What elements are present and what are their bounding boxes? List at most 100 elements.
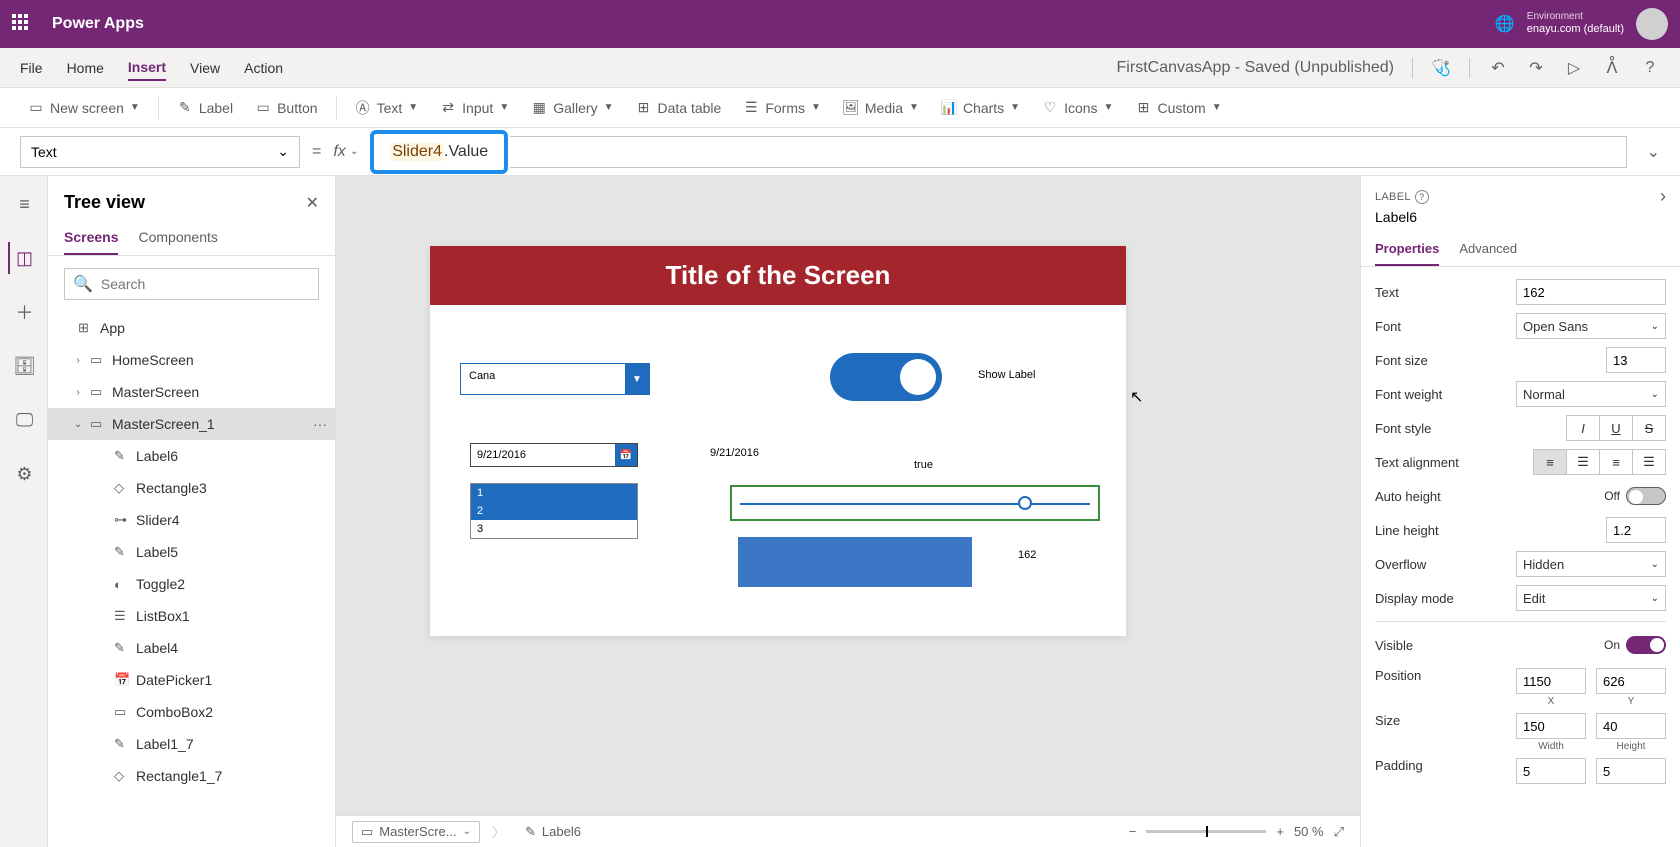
insert-media-menu[interactable]: 🖼Media▼ [835,96,927,120]
close-icon[interactable]: ✕ [306,193,319,213]
insert-input-menu[interactable]: ⇄Input▼ [432,96,517,120]
datepicker-control[interactable]: 9/21/2016 📅 [470,443,638,467]
align-center-button[interactable]: ☰ [1566,449,1600,475]
prop-x-input[interactable] [1516,668,1586,694]
zoom-slider[interactable] [1146,830,1266,833]
tree-row[interactable]: ✎Label1_7 [48,728,335,760]
rail-insert[interactable]: ＋ [8,296,40,328]
tree-row[interactable]: ▭ComboBox2 [48,696,335,728]
environment-picker[interactable]: Environment enayu.com (default) [1527,11,1624,36]
prop-fontweight-select[interactable]: Normal⌄ [1516,381,1666,407]
tree-row[interactable]: ◐Toggle2 [48,568,335,600]
prop-pad-right-input[interactable] [1596,758,1666,784]
undo-icon[interactable]: ↶ [1488,58,1508,78]
tree-row[interactable]: ☰ListBox1 [48,600,335,632]
menu-file[interactable]: File [20,56,43,80]
waffle-icon[interactable] [12,14,32,34]
rectangle-control[interactable] [738,537,972,587]
fit-icon[interactable]: ⤢ [1334,824,1344,840]
play-icon[interactable]: ▷ [1564,58,1584,78]
search-input[interactable] [101,276,310,292]
tree-row[interactable]: ›▭MasterScreen [48,376,335,408]
menu-view[interactable]: View [190,56,220,80]
tab-properties[interactable]: Properties [1375,233,1439,266]
align-right-button[interactable]: ≡ [1599,449,1633,475]
tree-row[interactable]: ⊞App [48,312,335,344]
rail-tree-view[interactable]: ◫ [8,242,40,274]
new-screen-button[interactable]: ▭New screen▼ [20,96,148,120]
tree-row[interactable]: ⌄▭MasterScreen_1··· [48,408,335,440]
tree-row[interactable]: ✎Label5 [48,536,335,568]
tree-row[interactable]: ✎Label4 [48,632,335,664]
formula-expand-icon[interactable]: ⌄ [1647,142,1660,162]
chevron-right-icon[interactable]: › [1660,186,1666,207]
insert-datatable-button[interactable]: ⊞Data table [627,96,729,120]
prop-overflow-select[interactable]: Hidden⌄ [1516,551,1666,577]
insert-custom-menu[interactable]: ⊞Custom▼ [1127,96,1229,120]
tab-advanced[interactable]: Advanced [1459,233,1517,266]
menu-insert[interactable]: Insert [128,55,166,81]
rail-media[interactable]: 🖵 [8,404,40,436]
listbox-control[interactable]: 1 2 3 [470,483,638,539]
prop-visible-toggle[interactable] [1626,636,1666,654]
prop-y-input[interactable] [1596,668,1666,694]
tab-screens[interactable]: Screens [64,221,118,255]
insert-forms-menu[interactable]: ☰Forms▼ [735,96,829,120]
menu-action[interactable]: Action [244,56,283,80]
canvas[interactable]: Title of the Screen Cana ▼ Show Label 9/… [430,246,1126,636]
rail-hamburger[interactable]: ≡ [8,188,40,220]
property-selector[interactable]: Text⌄ [20,136,300,168]
app-checker-icon[interactable]: 🩺 [1431,58,1451,78]
chevron-down-icon[interactable]: ▼ [625,364,649,394]
help-icon[interactable]: ? [1415,190,1429,204]
zoom-in-button[interactable]: + [1276,824,1284,839]
prop-font-select[interactable]: Open Sans⌄ [1516,313,1666,339]
prop-text-input[interactable] [1516,279,1666,305]
insert-icons-menu[interactable]: ♡Icons▼ [1034,96,1121,120]
tree-row[interactable]: ◇Rectangle3 [48,472,335,504]
combobox-control[interactable]: Cana ▼ [460,363,650,395]
rail-data[interactable]: 🗄 [8,350,40,382]
avatar[interactable] [1636,8,1668,40]
fx-button[interactable]: fx⌄ [333,143,358,161]
align-left-button[interactable]: ≡ [1533,449,1567,475]
tab-components[interactable]: Components [138,221,217,255]
strike-button[interactable]: S [1632,415,1666,441]
prop-lineheight-input[interactable] [1606,517,1666,543]
prop-pad-top-input[interactable] [1516,758,1586,784]
redo-icon[interactable]: ↷ [1526,58,1546,78]
tree-search[interactable]: 🔍 [64,268,319,300]
list-item[interactable]: 3 [471,520,637,538]
list-item[interactable]: 2 [471,502,637,520]
menu-home[interactable]: Home [67,56,104,80]
insert-button-button[interactable]: ▭Button [247,96,325,120]
slider-thumb[interactable] [1018,496,1032,510]
zoom-out-button[interactable]: − [1129,824,1137,839]
prop-displaymode-select[interactable]: Edit⌄ [1516,585,1666,611]
underline-button[interactable]: U [1599,415,1633,441]
tree-row[interactable]: ›▭HomeScreen [48,344,335,376]
italic-button[interactable]: I [1566,415,1600,441]
insert-text-menu[interactable]: ⒶText▼ [347,96,427,120]
slider-control[interactable] [730,485,1100,521]
toggle-control[interactable] [830,353,942,401]
insert-gallery-menu[interactable]: ▦Gallery▼ [523,96,621,120]
tree-row[interactable]: ◇Rectangle1_7 [48,760,335,792]
insert-label-button[interactable]: ✎Label [169,96,241,120]
prop-autoheight-toggle[interactable] [1626,487,1666,505]
list-item[interactable]: 1 [471,484,637,502]
align-justify-button[interactable]: ☰ [1632,449,1666,475]
breadcrumb-screen[interactable]: ▭MasterScre...⌄ [352,821,480,843]
share-icon[interactable]: ᐰ [1602,58,1622,78]
breadcrumb-control[interactable]: ✎Label6 [517,822,589,842]
prop-width-input[interactable] [1516,713,1586,739]
tree-row[interactable]: 📅DatePicker1 [48,664,335,696]
rail-tools[interactable]: ⚙ [8,458,40,490]
tree-row[interactable]: ⊶Slider4 [48,504,335,536]
prop-height-input[interactable] [1596,713,1666,739]
calendar-icon[interactable]: 📅 [615,444,637,466]
prop-fontsize-input[interactable] [1606,347,1666,373]
tree-row[interactable]: ✎Label6 [48,440,335,472]
formula-input[interactable] [510,136,1626,168]
help-icon[interactable]: ? [1640,58,1660,78]
